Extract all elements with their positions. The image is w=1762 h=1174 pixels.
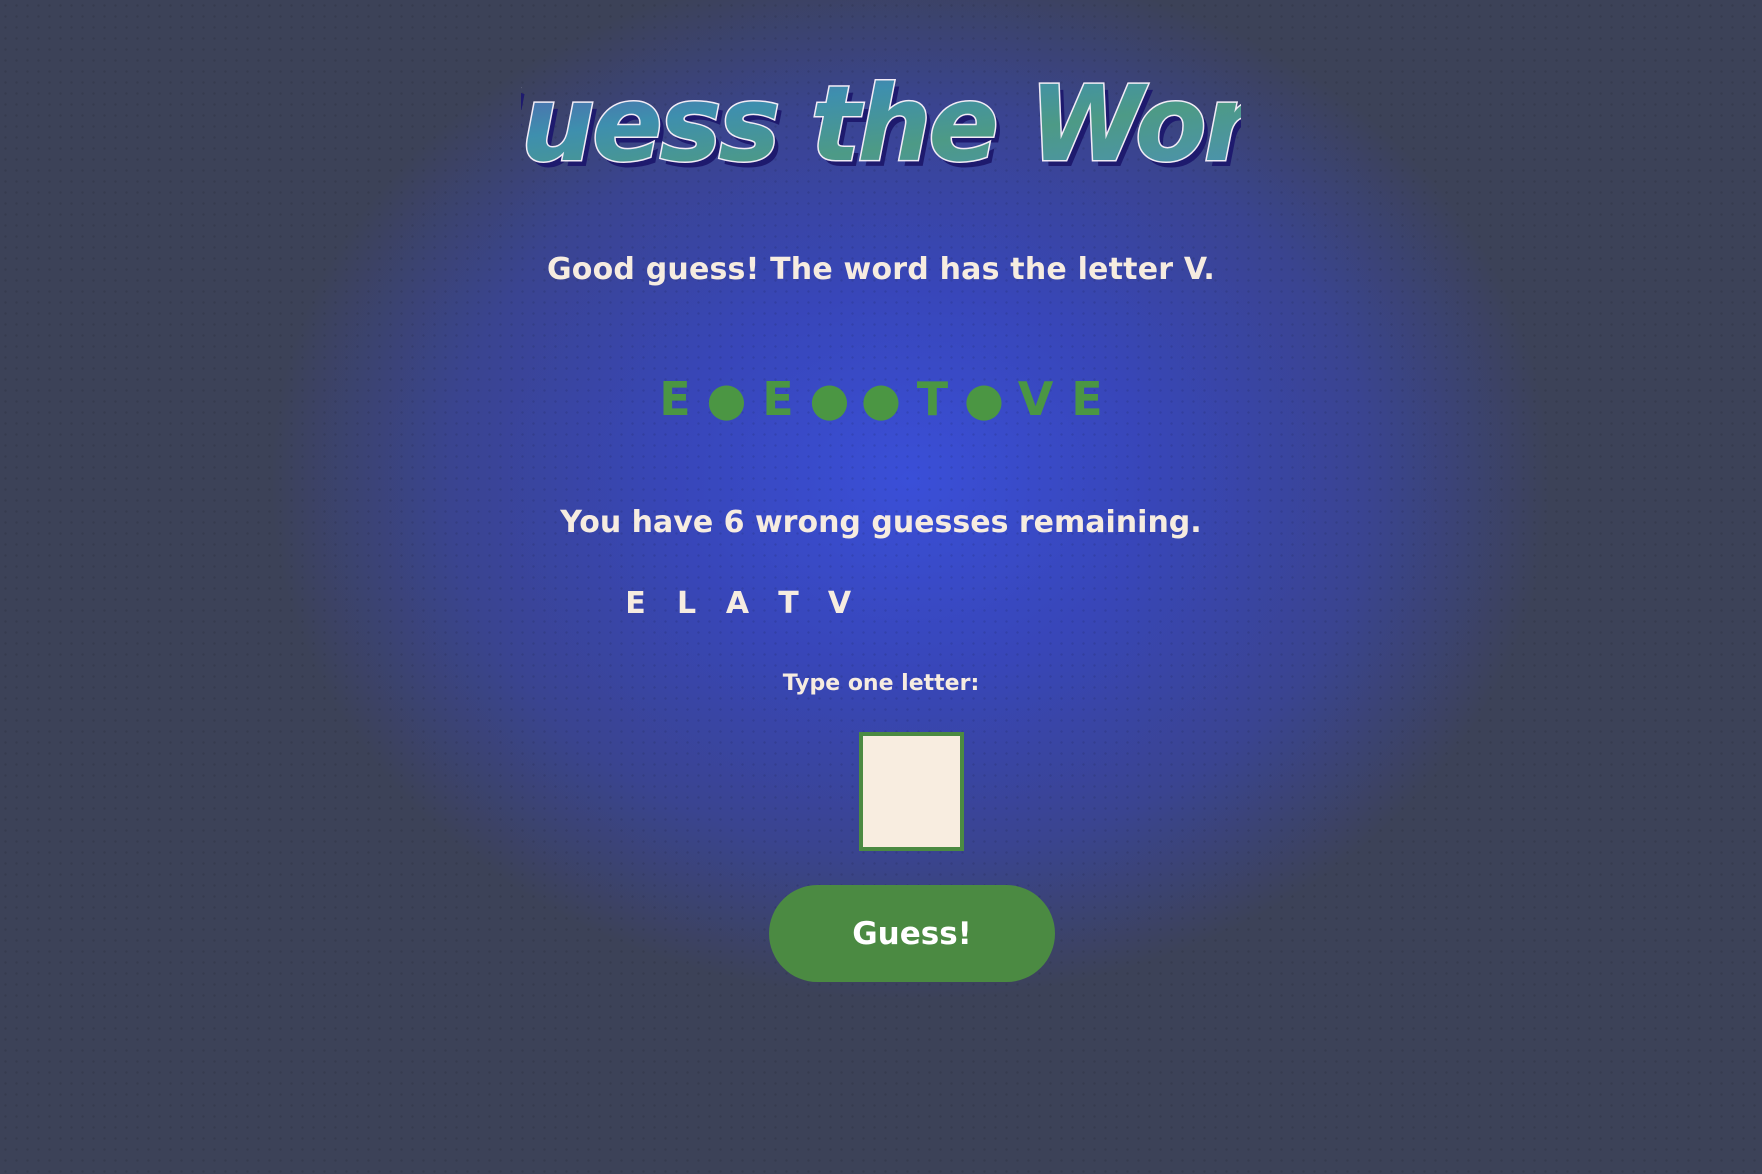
guessed-letter: T — [778, 586, 799, 621]
guessed-letters: ELATV — [610, 586, 865, 621]
word-letter: E — [659, 372, 691, 426]
guess-feedback-message: Good guess! The word has the letter V. — [546, 252, 1216, 287]
guessed-letter: A — [725, 586, 750, 621]
word-letter: ● — [706, 372, 747, 426]
word-letter: E — [762, 372, 794, 426]
title-container: Guess the Word Guess the Word — [0, 62, 1762, 202]
word-letter: ● — [860, 372, 902, 426]
remaining-guesses: You have 6 wrong guesses remaining. — [560, 505, 1202, 540]
guess-button[interactable]: Guess! — [769, 885, 1055, 982]
guessed-letter: L — [676, 586, 697, 621]
word-letter: E — [1071, 372, 1103, 426]
word-letter: V — [1017, 372, 1054, 426]
game-title-logo: Guess the Word Guess the Word — [521, 62, 1241, 191]
word-letter: ● — [963, 372, 1005, 426]
letter-input[interactable] — [859, 732, 964, 851]
word-letter: T — [916, 372, 949, 426]
game-title: Guess the Word — [521, 63, 1241, 185]
guessed-letter: E — [625, 586, 646, 621]
guessed-letter: V — [827, 586, 852, 621]
letter-input-label: Type one letter: — [782, 671, 980, 696]
word-in-progress: E ● E ● ● T ● V E — [0, 372, 1762, 426]
word-letter: ● — [809, 372, 850, 426]
